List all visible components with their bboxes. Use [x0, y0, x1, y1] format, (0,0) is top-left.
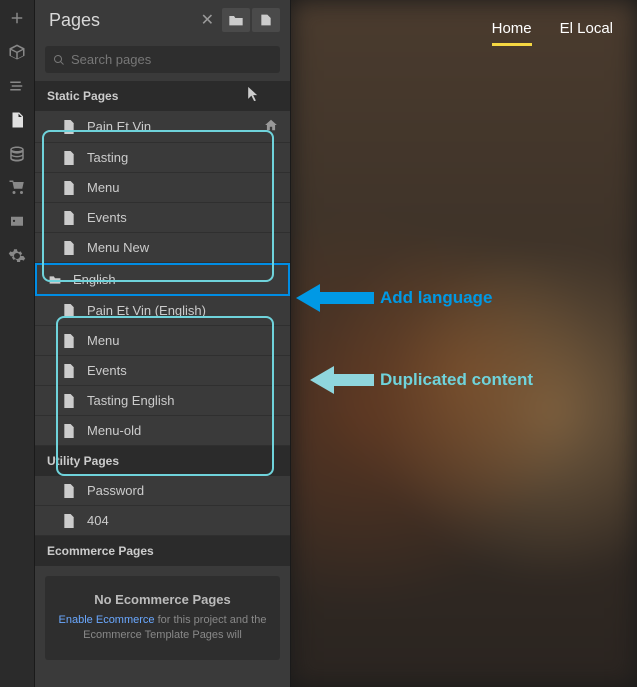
ecommerce-pages-header: Ecommerce Pages: [35, 536, 290, 566]
site-nav: Home El Local: [492, 20, 613, 46]
cursor-icon: [246, 85, 260, 103]
folder-item-english[interactable]: English: [35, 263, 290, 296]
page-item[interactable]: Menu: [35, 173, 290, 203]
panel-header: Pages ✕: [35, 0, 290, 40]
nav-el-local[interactable]: El Local: [560, 20, 613, 46]
page-icon: [63, 394, 77, 408]
pages-icon[interactable]: [7, 110, 27, 130]
page-item[interactable]: Password: [35, 476, 290, 506]
ecommerce-empty-title: No Ecommerce Pages: [57, 592, 268, 607]
cube-icon[interactable]: [7, 42, 27, 62]
ecommerce-empty-box: No Ecommerce Pages Enable Ecommerce for …: [45, 576, 280, 660]
page-item[interactable]: Tasting English: [35, 386, 290, 416]
page-item[interactable]: Events: [35, 203, 290, 233]
ecommerce-empty-text: Enable Ecommerce for this project and th…: [57, 613, 268, 644]
assets-icon[interactable]: [7, 212, 27, 232]
search-field[interactable]: [71, 52, 272, 67]
cms-icon[interactable]: [7, 144, 27, 164]
search-input[interactable]: [45, 46, 280, 73]
page-icon: [63, 364, 77, 378]
page-item[interactable]: Menu New: [35, 233, 290, 263]
annotation-add-language: Add language: [380, 288, 492, 308]
page-item[interactable]: Tasting: [35, 143, 290, 173]
page-icon: [63, 514, 77, 528]
page-item[interactable]: Pain Et Vin: [35, 111, 290, 143]
page-icon: [63, 484, 77, 498]
page-item[interactable]: Pain Et Vin (English): [35, 296, 290, 326]
arrow-icon: [296, 284, 374, 312]
page-item[interactable]: Events: [35, 356, 290, 386]
new-page-button[interactable]: [252, 8, 280, 32]
page-icon: [63, 181, 77, 195]
page-item[interactable]: Menu-old: [35, 416, 290, 446]
static-pages-list: Pain Et Vin Tasting Menu Events Menu New: [35, 111, 290, 446]
nav-home[interactable]: Home: [492, 20, 532, 46]
enable-ecommerce-link[interactable]: Enable Ecommerce: [59, 614, 155, 626]
ecommerce-icon[interactable]: [7, 178, 27, 198]
preview-bg: [291, 0, 637, 687]
nav-icon[interactable]: [7, 76, 27, 96]
page-icon: [63, 211, 77, 225]
page-icon: [63, 120, 77, 134]
close-icon[interactable]: ✕: [201, 10, 214, 30]
page-icon: [63, 151, 77, 165]
annotation-duplicated: Duplicated content: [380, 370, 533, 390]
page-icon: [63, 334, 77, 348]
settings-icon[interactable]: [7, 246, 27, 266]
new-folder-button[interactable]: [222, 8, 250, 32]
static-pages-header: Static Pages: [35, 81, 290, 111]
search-icon: [53, 54, 65, 66]
utility-pages-header: Utility Pages: [35, 446, 290, 476]
page-icon: [63, 424, 77, 438]
arrow-icon: [310, 366, 374, 394]
utility-pages-list: Password 404: [35, 476, 290, 536]
preview-canvas: Home El Local: [291, 0, 637, 687]
folder-icon: [49, 273, 63, 287]
page-item[interactable]: Menu: [35, 326, 290, 356]
left-rail: [0, 0, 35, 687]
panel-title: Pages: [49, 10, 193, 31]
page-icon: [63, 304, 77, 318]
page-item[interactable]: 404: [35, 506, 290, 536]
pages-panel: Pages ✕ Static Pages Pain Et Vin: [35, 0, 291, 687]
page-icon: [63, 241, 77, 255]
add-icon[interactable]: [7, 8, 27, 28]
home-icon: [264, 118, 278, 135]
